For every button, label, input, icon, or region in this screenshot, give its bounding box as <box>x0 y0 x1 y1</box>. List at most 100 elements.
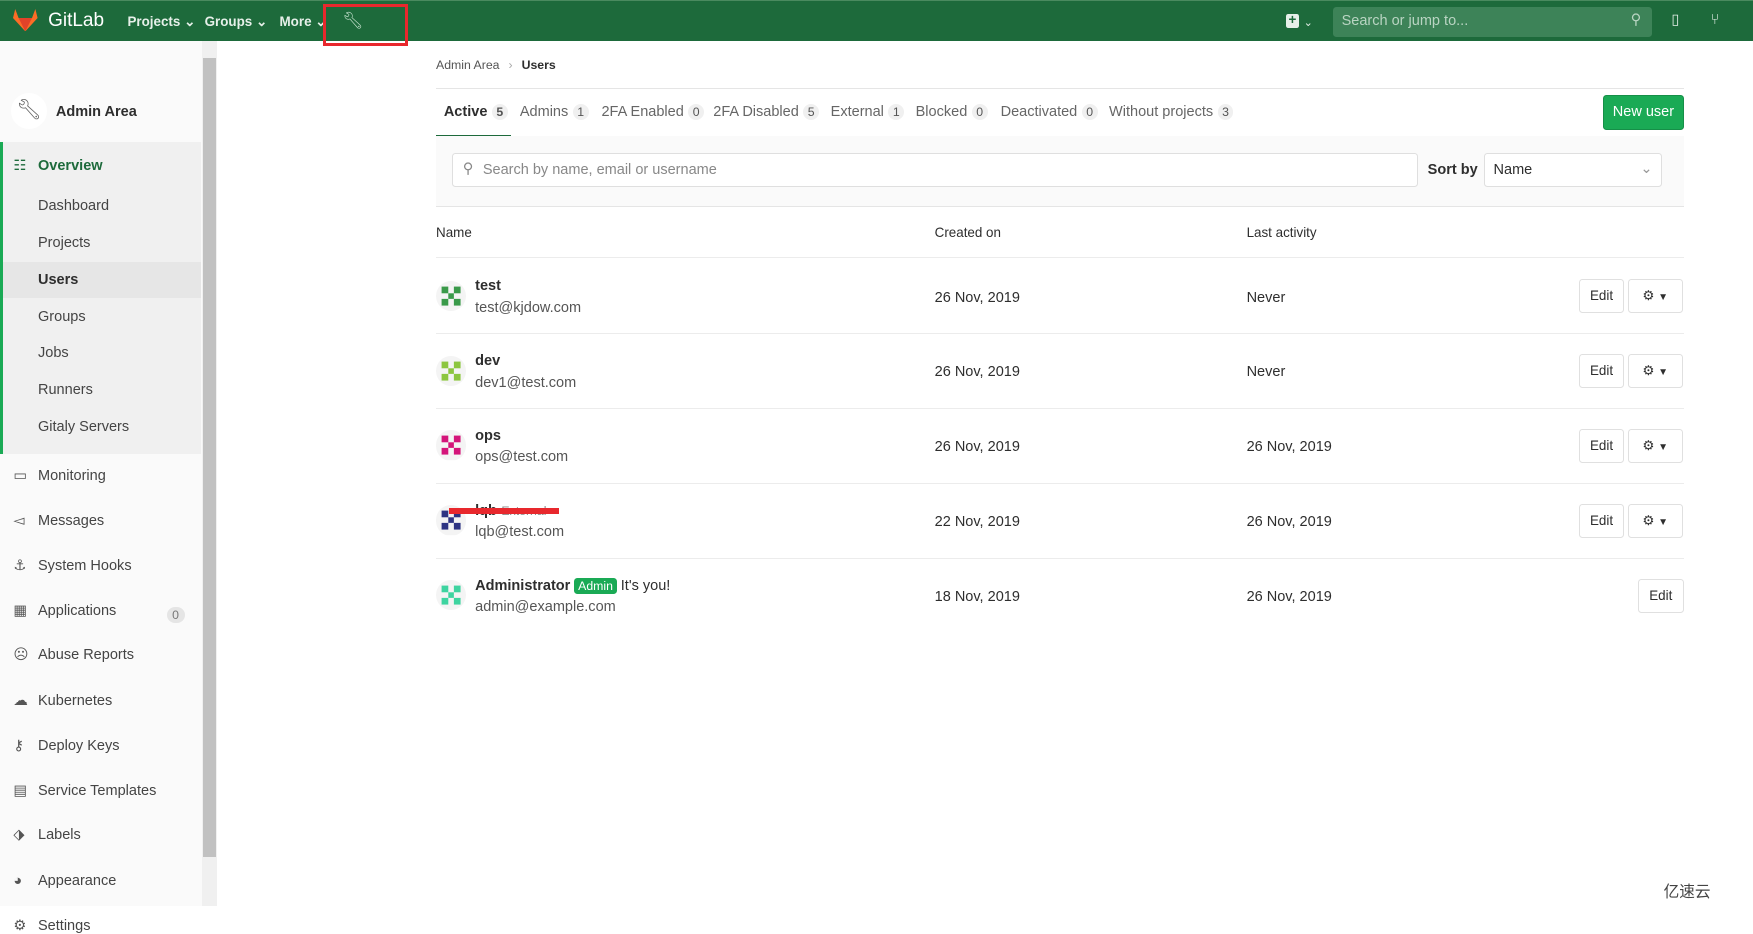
edit-button[interactable]: Edit <box>1578 504 1625 538</box>
context-title: Admin Area <box>55 103 137 120</box>
tab-active[interactable]: Active 5 <box>444 103 508 120</box>
created-on: 26 Nov, 2019 <box>934 289 1020 306</box>
user-filter-tabs: Active 5 Admins 1 2FA Enabled 0 2FA Disable… <box>436 88 1684 138</box>
highlight-box <box>323 4 409 46</box>
gear-icon: ⚙ <box>1642 363 1655 379</box>
nav-more[interactable]: More ⌄ <box>280 14 327 30</box>
created-on: 26 Nov, 2019 <box>934 439 1020 456</box>
user-email: test@kjdow.com <box>475 299 582 316</box>
table-row: test test@kjdow.com 26 Nov, 2019 Never Edit ⚙… <box>436 258 1684 333</box>
nav-projects[interactable]: Projects ⌄ <box>127 14 195 30</box>
sidebar-item-gitaly-servers[interactable]: Gitaly Servers <box>38 419 129 435</box>
search-icon: ⚲ <box>462 160 474 177</box>
tab-without-projects[interactable]: Without projects 3 <box>1109 103 1234 120</box>
sort-select[interactable]: Name ⌄ <box>1483 153 1663 187</box>
user-name[interactable]: Administrator <box>475 578 570 594</box>
caret-down-icon: ▼ <box>1658 367 1669 379</box>
user-search-input[interactable]: ⚲ Search by name, email or username <box>451 153 1418 187</box>
created-on: 22 Nov, 2019 <box>934 514 1020 531</box>
chevron-down-icon: ⌄ <box>1640 160 1653 177</box>
user-avatar[interactable] <box>436 580 467 611</box>
sidebar-item-monitoring[interactable]: Monitoring <box>38 468 106 484</box>
breadcrumb-separator-icon: › <box>508 58 513 73</box>
user-actions-dropdown[interactable]: ⚙ ▼ <box>1627 429 1683 463</box>
key-icon: ⚷ <box>13 737 25 754</box>
tab-admins[interactable]: Admins 1 <box>520 103 589 120</box>
admin-badge: Admin <box>573 577 618 595</box>
chevron-down-icon[interactable]: ⌄ <box>1304 16 1313 29</box>
sidebar-item-labels[interactable]: Labels <box>38 827 81 843</box>
last-activity: 26 Nov, 2019 <box>1246 514 1332 531</box>
sidebar-item-messages[interactable]: Messages <box>38 513 104 529</box>
last-activity: Never <box>1246 289 1286 306</box>
sidebar-item-projects[interactable]: Projects <box>38 235 90 251</box>
label-icon: ⬗ <box>13 827 25 844</box>
edit-button[interactable]: Edit <box>1578 279 1625 314</box>
nav-groups[interactable]: Groups ⌄ <box>205 14 268 30</box>
breadcrumb-users[interactable]: Users <box>522 58 556 72</box>
sidebar-item-dashboard[interactable]: Dashboard <box>38 198 109 214</box>
sidebar-item-abuse-reports[interactable]: Abuse Reports <box>38 647 134 663</box>
template-icon: ▤ <box>13 782 28 799</box>
sidebar-item-settings[interactable]: Settings <box>38 918 90 934</box>
user-avatar[interactable] <box>436 355 467 386</box>
watermark: 亿速云 <box>1663 883 1711 901</box>
sidebar-item-system-hooks[interactable]: System Hooks <box>38 558 132 574</box>
sidebar-item-groups[interactable]: Groups <box>38 309 86 325</box>
sidebar-context[interactable]: 🔧︎ Admin Area <box>11 92 201 133</box>
sidebar-scrollbar[interactable] <box>202 41 217 906</box>
breadcrumb-admin-area[interactable]: Admin Area <box>436 58 500 72</box>
sidebar-item-deploy-keys[interactable]: Deploy Keys <box>38 738 120 754</box>
last-activity: Never <box>1246 364 1286 381</box>
tab-blocked[interactable]: Blocked 0 <box>916 103 988 120</box>
sidebar-item-applications[interactable]: Applications <box>38 603 116 619</box>
sidebar-item-kubernetes[interactable]: Kubernetes <box>38 693 112 709</box>
breadcrumb: Admin Area › Users <box>436 58 1684 72</box>
overview-icon: ☷ <box>13 157 27 174</box>
tab-external[interactable]: External 1 <box>831 103 905 120</box>
sidebar-item-jobs[interactable]: Jobs <box>38 345 69 361</box>
gear-icon: ⚙ <box>13 917 27 934</box>
sidebar-item-overview[interactable]: Overview <box>38 158 103 174</box>
sidebar-item-runners[interactable]: Runners <box>38 382 93 398</box>
tab-2fa-disabled[interactable]: 2FA Disabled 5 <box>713 103 820 120</box>
last-activity: 26 Nov, 2019 <box>1246 439 1332 456</box>
top-navbar: GitLab Projects ⌄ Groups ⌄ More ⌄ 🔧︎ + ⌄… <box>0 0 1753 46</box>
new-user-button[interactable]: New user <box>1603 95 1684 130</box>
user-name[interactable]: ops <box>475 428 501 444</box>
gear-icon: ⚙ <box>1642 438 1655 454</box>
edit-button[interactable]: Edit <box>1637 579 1684 613</box>
user-email: dev1@test.com <box>475 374 577 391</box>
user-actions-dropdown[interactable]: ⚙ ▼ <box>1627 354 1683 388</box>
column-header-created: Created on <box>934 224 1001 240</box>
gitlab-logo-icon[interactable] <box>13 8 38 32</box>
sort-label: Sort by <box>1427 162 1478 179</box>
user-name[interactable]: dev <box>475 353 500 369</box>
user-avatar[interactable] <box>436 280 467 311</box>
brand[interactable]: GitLab <box>48 10 104 32</box>
sidebar-item-service-templates[interactable]: Service Templates <box>38 783 156 799</box>
caret-down-icon: ▼ <box>1658 442 1669 454</box>
megaphone-icon: ◅ <box>13 513 25 530</box>
table-row: Administrator Admin It's you! admin@example… <box>436 558 1684 633</box>
plus-icon[interactable]: + <box>1285 13 1300 28</box>
user-email: ops@test.com <box>475 449 569 466</box>
scrollbar-thumb[interactable] <box>203 58 216 858</box>
edit-button[interactable]: Edit <box>1578 429 1625 463</box>
sidebar-item-users[interactable]: Users <box>38 272 78 288</box>
active-item-bg <box>3 261 202 299</box>
user-actions-dropdown[interactable]: ⚙ ▼ <box>1627 504 1683 538</box>
user-avatar[interactable] <box>436 430 467 461</box>
user-name[interactable]: test <box>475 278 501 294</box>
tab-deactivated[interactable]: Deactivated 0 <box>1001 103 1098 120</box>
issues-icon[interactable]: ▯ <box>1671 12 1679 28</box>
edit-button[interactable]: Edit <box>1578 354 1625 388</box>
user-actions-dropdown[interactable]: ⚙ ▼ <box>1627 279 1683 314</box>
search-input[interactable]: Search or jump to... ⚲ <box>1332 6 1653 37</box>
abuse-reports-count: 0 <box>166 607 185 624</box>
tab-2fa-enabled[interactable]: 2FA Enabled 0 <box>601 103 705 120</box>
sidebar-item-appearance[interactable]: Appearance <box>38 873 116 889</box>
created-on: 26 Nov, 2019 <box>934 364 1020 381</box>
gear-icon: ⚙ <box>1642 513 1655 529</box>
merge-request-icon[interactable]: ⑂ <box>1711 12 1720 28</box>
